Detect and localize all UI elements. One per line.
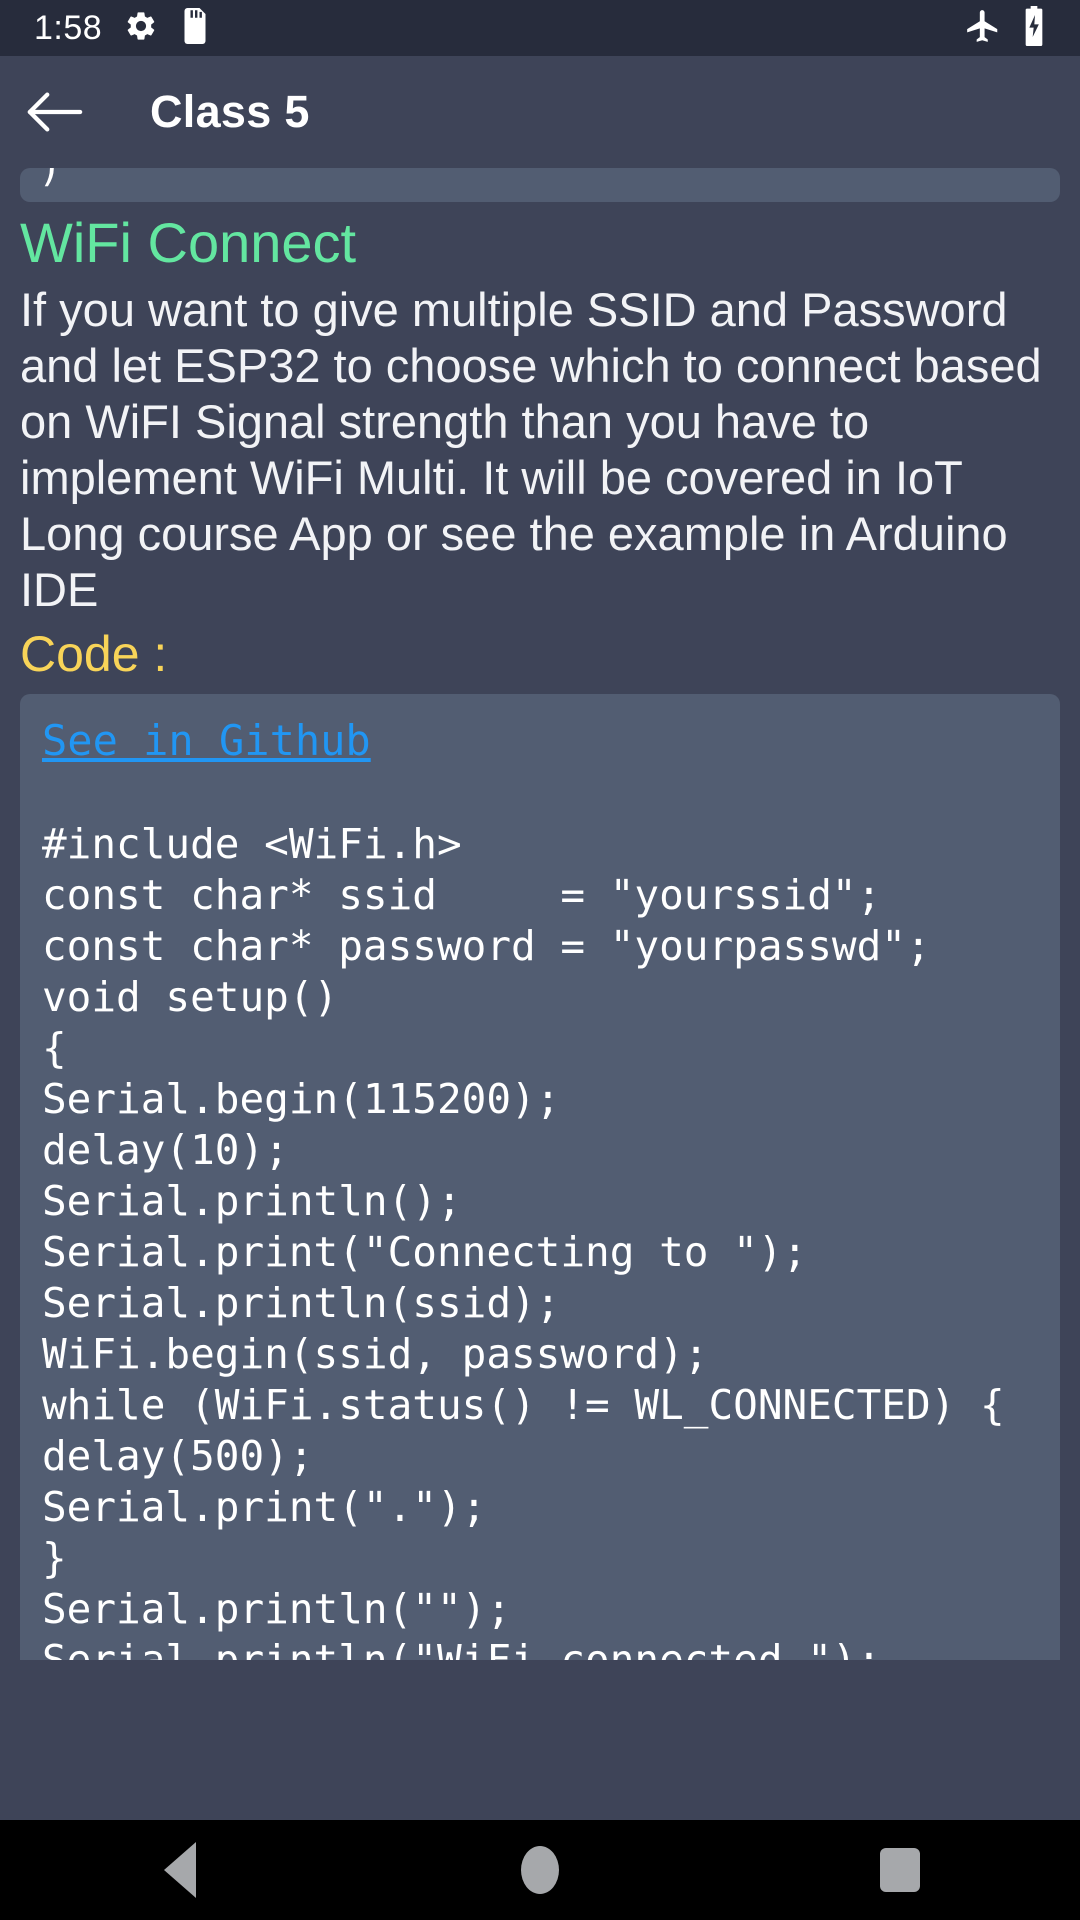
code-label: Code : <box>20 626 168 682</box>
content-bottom-filler <box>0 1660 1080 1820</box>
sd-card-icon <box>180 7 210 49</box>
phone-screen: 1:58 Class 5) WiFi Connect If you want … <box>0 0 1080 1920</box>
section-title: WiFi Connect <box>20 211 357 274</box>
nav-home-button[interactable] <box>450 1820 630 1920</box>
android-navigation-bar <box>0 1820 1080 1920</box>
page-title: Class 5 <box>150 86 310 137</box>
lesson-content-scroll[interactable]: ) WiFi Connect If you want to give multi… <box>0 168 1080 1660</box>
nav-back-button[interactable] <box>90 1820 270 1920</box>
status-bar-right <box>964 5 1046 51</box>
previous-code-block-text: ) <box>38 168 63 191</box>
code-snippet-text: #include <WiFi.h> const char* ssid = "yo… <box>42 820 1005 1660</box>
nav-recents-button[interactable] <box>810 1820 990 1920</box>
gear-icon <box>124 9 158 48</box>
previous-code-block-clipped[interactable]: ) <box>20 168 1060 202</box>
code-block[interactable]: See in Github #include <WiFi.h> const ch… <box>20 694 1060 1660</box>
arrow-left-icon <box>27 92 83 132</box>
triangle-back-icon <box>164 1842 196 1898</box>
status-bar-clock: 1:58 <box>34 8 103 47</box>
square-recents-icon <box>880 1848 920 1892</box>
battery-charging-icon <box>1022 5 1046 51</box>
circle-home-icon <box>521 1846 559 1894</box>
app-bar: Class 5 <box>0 56 1080 168</box>
see-in-github-link[interactable]: See in Github <box>42 716 371 765</box>
status-bar: 1:58 <box>0 0 1080 56</box>
airplane-mode-icon <box>964 7 1002 50</box>
status-bar-left: 1:58 <box>34 7 210 49</box>
back-navigation-button[interactable] <box>0 56 110 168</box>
section-body-text: If you want to give multiple SSID and Pa… <box>20 283 1042 616</box>
